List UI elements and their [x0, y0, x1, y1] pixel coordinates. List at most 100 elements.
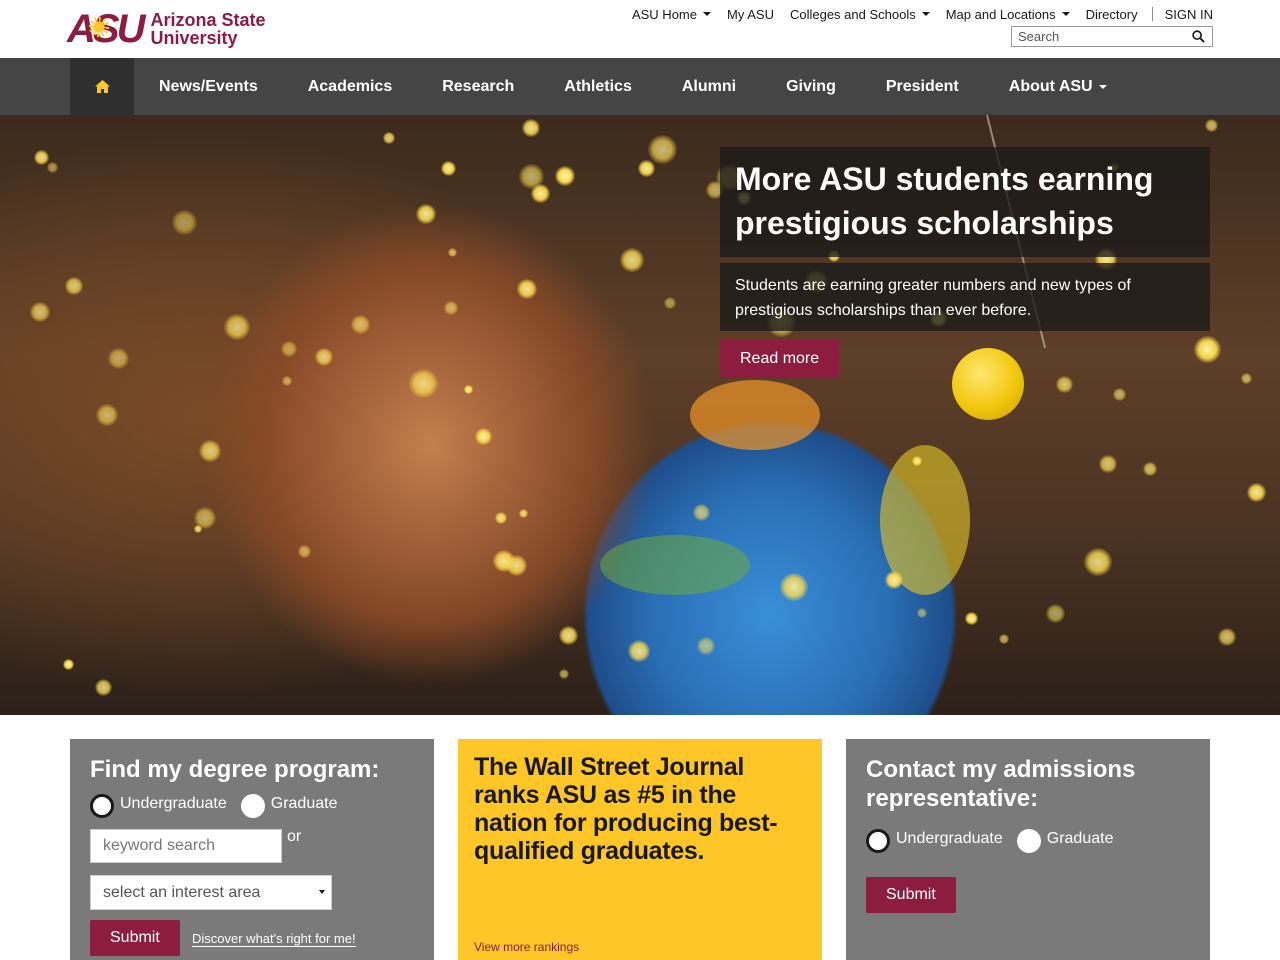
topnav-my-asu[interactable]: My ASU	[719, 5, 782, 23]
asu-logo[interactable]: ASU Arizona State University	[67, 9, 266, 49]
bokeh-dot	[638, 160, 655, 177]
bokeh-dot	[315, 348, 333, 366]
bokeh-dot	[999, 634, 1009, 644]
nav-about-asu[interactable]: About ASU	[984, 58, 1132, 115]
hero-banner: More ASU students earning prestigious sc…	[0, 115, 1280, 715]
bokeh-dot	[464, 385, 473, 394]
chevron-down-icon	[1098, 84, 1107, 89]
bokeh-dot	[885, 571, 903, 589]
bokeh-dot	[648, 135, 677, 164]
bokeh-dot	[664, 297, 676, 309]
bokeh-dot	[281, 341, 297, 357]
nav-alumni[interactable]: Alumni	[657, 58, 761, 115]
bokeh-dot	[1241, 373, 1252, 384]
topnav-colleges-and-schools[interactable]: Colleges and Schools	[782, 5, 938, 23]
contact-level-options: Undergraduate Graduate	[866, 825, 1127, 853]
sign-in-link[interactable]: SIGN IN	[1157, 5, 1213, 23]
bokeh-dot	[1218, 628, 1236, 646]
nav-home[interactable]	[70, 58, 134, 115]
bokeh-dot	[628, 640, 650, 662]
main-nav: News/Events Academics Research Athletics…	[0, 58, 1280, 115]
search-box	[1011, 26, 1213, 47]
contact-undergraduate-radio[interactable]	[866, 829, 890, 853]
view-more-rankings-link[interactable]: View more rankings	[474, 940, 579, 954]
chevron-down-icon	[1061, 12, 1070, 16]
bokeh-dot	[448, 248, 457, 257]
bokeh-dot	[780, 573, 808, 601]
chevron-down-icon	[319, 890, 325, 894]
bokeh-dot	[47, 162, 58, 173]
undergraduate-radio[interactable]	[90, 794, 114, 818]
bokeh-dot	[519, 509, 528, 518]
home-icon	[94, 80, 110, 93]
bokeh-dot	[172, 210, 197, 235]
undergraduate-label: Undergraduate	[120, 795, 227, 812]
bokeh-dot	[1247, 483, 1266, 502]
chevron-down-icon	[921, 12, 930, 16]
degree-level-options: Undergraduate Graduate	[90, 790, 351, 818]
nav-president[interactable]: President	[861, 58, 984, 115]
chevron-down-icon	[703, 12, 711, 16]
contact-graduate-radio[interactable]	[1016, 829, 1041, 853]
bokeh-dot	[1084, 548, 1112, 576]
bokeh-dot	[620, 248, 644, 272]
bokeh-dot	[1056, 376, 1073, 393]
degree-search-card: Find my degree program: Undergraduate Gr…	[70, 739, 434, 960]
bokeh-dot	[697, 637, 715, 655]
nav-academics[interactable]: Academics	[283, 58, 418, 115]
bokeh-dot	[444, 301, 458, 315]
topnav-asu-home[interactable]: ASU Home	[624, 5, 719, 23]
contact-graduate-label: Graduate	[1046, 830, 1114, 847]
bokeh-dot	[416, 204, 436, 224]
nav-athletics[interactable]: Athletics	[539, 58, 657, 115]
bokeh-dot	[224, 314, 250, 340]
bokeh-dot	[559, 626, 578, 645]
nav-giving[interactable]: Giving	[761, 58, 861, 115]
hero-decoration	[690, 380, 820, 450]
bokeh-dot	[475, 428, 492, 445]
keyword-search-input[interactable]	[103, 837, 273, 855]
bokeh-dot	[493, 550, 515, 572]
bokeh-dot	[1099, 455, 1117, 473]
bokeh-dot	[199, 440, 221, 462]
discover-link[interactable]: Discover what's right for me!	[192, 931, 356, 947]
bokeh-dot	[351, 315, 370, 334]
hero-title: More ASU students earning prestigious sc…	[720, 147, 1210, 257]
asu-logo-text: Arizona State University	[150, 10, 266, 48]
bokeh-dot	[34, 150, 49, 165]
bokeh-dot	[965, 612, 978, 625]
interest-area-select[interactable]: select an interest area	[90, 875, 332, 910]
nav-research[interactable]: Research	[417, 58, 539, 115]
search-input[interactable]	[1012, 27, 1182, 46]
bokeh-dot	[30, 302, 50, 322]
bokeh-dot	[917, 608, 927, 618]
bokeh-dot	[96, 404, 118, 426]
bokeh-dot	[517, 279, 537, 299]
nav-news-events[interactable]: News/Events	[134, 58, 283, 115]
contact-admissions-card: Contact my admissions representative: Un…	[846, 739, 1210, 960]
hero-caption: More ASU students earning prestigious sc…	[720, 147, 1210, 378]
site-header: ASU Arizona State University ASU Home My…	[0, 0, 1280, 58]
bokeh-dot	[1205, 119, 1218, 132]
graduate-radio[interactable]	[240, 794, 265, 818]
read-more-button[interactable]: Read more	[720, 340, 840, 378]
topnav-directory[interactable]: Directory	[1078, 5, 1146, 23]
ranking-card: The Wall Street Journal ranks ASU as #5 …	[458, 739, 822, 960]
degree-submit-button[interactable]: Submit	[90, 920, 180, 956]
sunburst-icon	[89, 17, 109, 37]
bokeh-dot	[95, 679, 112, 696]
bokeh-dot	[298, 545, 311, 558]
bokeh-dot	[555, 166, 575, 186]
contact-submit-button[interactable]: Submit	[866, 877, 956, 913]
bokeh-dot	[1143, 462, 1157, 476]
bokeh-dot	[519, 164, 544, 189]
bokeh-dot	[65, 277, 83, 295]
bokeh-dot	[282, 376, 292, 386]
bokeh-dot	[912, 456, 922, 466]
bokeh-dot	[194, 507, 216, 529]
search-icon[interactable]	[1192, 30, 1205, 43]
asu-logo-mark: ASU	[67, 9, 145, 49]
bokeh-dot	[383, 132, 395, 144]
topnav-map-and-locations[interactable]: Map and Locations	[938, 5, 1078, 23]
degree-card-title: Find my degree program:	[90, 756, 380, 783]
